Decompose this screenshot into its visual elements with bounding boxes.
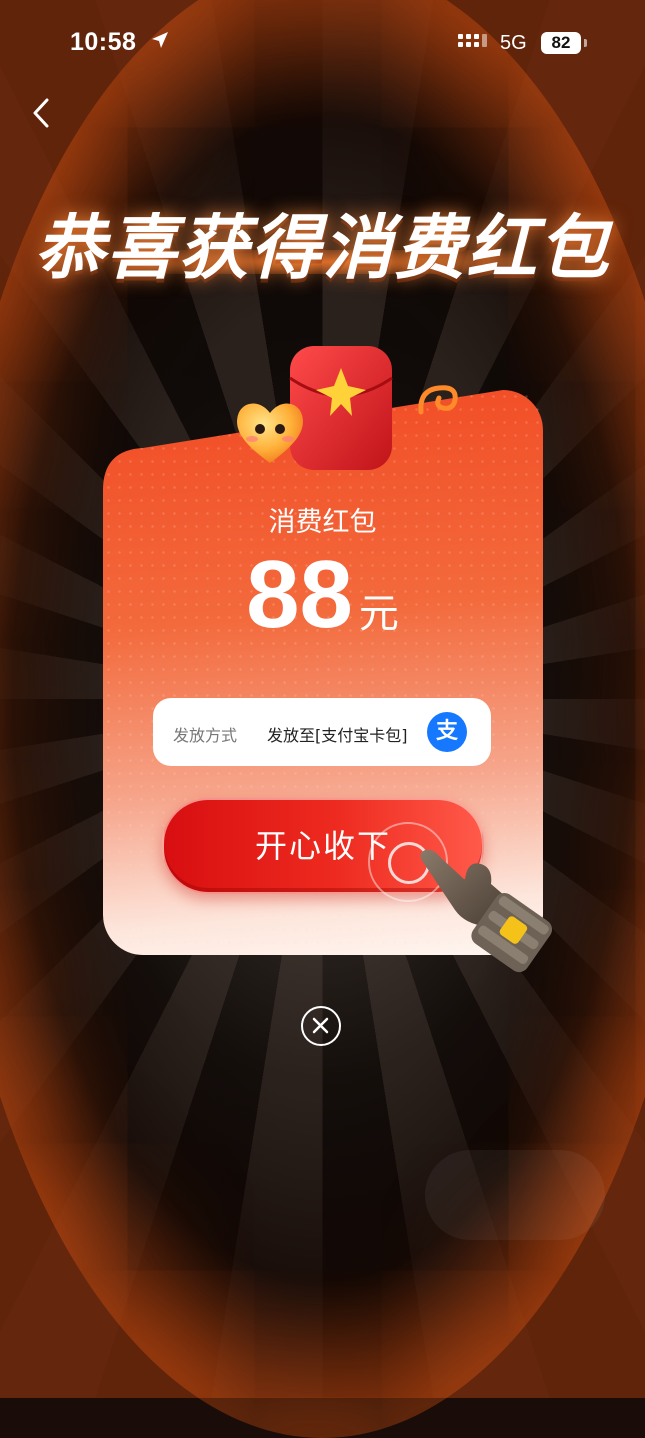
congrats-title: 恭喜获得消费红包 [34, 207, 611, 289]
pointing-hand-icon [420, 849, 553, 973]
amount-unit: 元 [358, 591, 399, 637]
status-bar: 10:58 5G 82 [0, 0, 645, 90]
method-value: 发放至[支付宝卡包] [267, 726, 408, 745]
status-time: 10:58 [70, 28, 137, 56]
network-type: 5G [500, 32, 527, 54]
amount-display: 88 元 [0, 540, 645, 650]
close-button[interactable] [301, 1006, 341, 1046]
battery-indicator: 82 [541, 32, 581, 54]
battery-tip [584, 39, 587, 47]
method-label: 发放方式 [173, 726, 238, 745]
back-chevron-icon[interactable] [25, 96, 59, 130]
distribution-method-row: 发放方式 发放至[支付宝卡包] 支 [153, 698, 491, 766]
alipay-icon: 支 [427, 712, 467, 752]
location-arrow-icon [152, 32, 168, 48]
amount-value: 88 [246, 541, 353, 648]
swirl-decoration-icon [418, 385, 458, 415]
heart-mascot-icon [237, 403, 303, 463]
card-label: 消费红包 [268, 507, 377, 538]
signal-icon [458, 34, 487, 47]
close-icon [312, 1017, 329, 1034]
background-button [425, 1150, 605, 1240]
